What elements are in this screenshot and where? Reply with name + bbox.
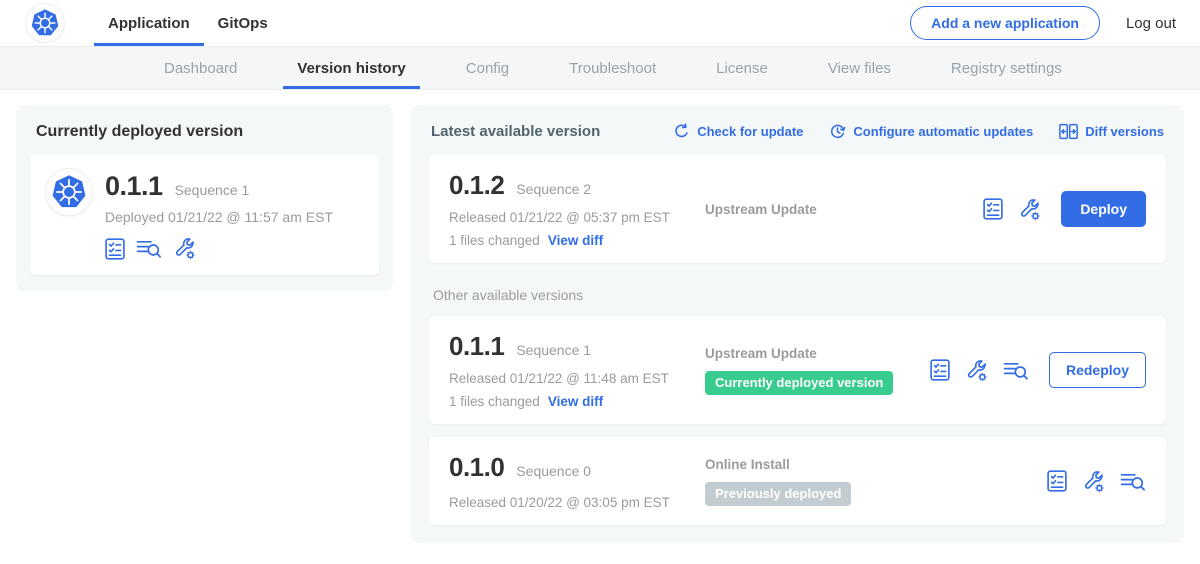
- version-number: 0.1.1: [449, 331, 504, 362]
- configure-automatic-updates-label: Configure automatic updates: [853, 124, 1033, 139]
- version-number: 0.1.0: [449, 452, 504, 483]
- subnav-item-dashboard[interactable]: Dashboard: [150, 47, 251, 89]
- release-notes-icon[interactable]: [105, 238, 125, 260]
- refresh-icon: [673, 123, 690, 140]
- deployed-version-number: 0.1.1: [105, 171, 163, 202]
- source-label: Online Install: [705, 457, 1037, 472]
- version-card-actions: [1047, 470, 1146, 493]
- header-tabs: Application GitOps: [94, 0, 282, 46]
- release-notes-icon[interactable]: [930, 359, 950, 381]
- view-diff-link[interactable]: View diff: [548, 394, 603, 409]
- version-source: Upstream Update: [705, 202, 983, 217]
- released-timestamp: Released 01/20/22 @ 03:05 pm EST: [449, 495, 705, 510]
- version-source: Online Install Previously deployed: [705, 457, 1047, 506]
- header-actions: Add a new application Log out: [910, 6, 1176, 40]
- app-icon-kubernetes: [46, 169, 92, 215]
- deployed-timestamp: Deployed 01/21/22 @ 11:57 am EST: [105, 209, 333, 225]
- deploy-logs-icon[interactable]: [1120, 471, 1146, 492]
- diff-versions-label: Diff versions: [1085, 124, 1164, 139]
- version-card-actions: Deploy: [983, 191, 1146, 227]
- version-card-0-1-1: 0.1.1 Sequence 1 Released 01/21/22 @ 11:…: [429, 316, 1166, 424]
- sequence-label: Sequence 1: [516, 342, 591, 358]
- released-timestamp: Released 01/21/22 @ 05:37 pm EST: [449, 210, 705, 225]
- deployed-version-actions: [105, 237, 333, 260]
- other-versions-title: Other available versions: [433, 287, 1166, 303]
- version-info: 0.1.0 Sequence 0 Released 01/20/22 @ 03:…: [449, 452, 705, 510]
- logout-button[interactable]: Log out: [1126, 15, 1176, 32]
- configure-automatic-updates-link[interactable]: Configure automatic updates: [829, 123, 1033, 140]
- config-icon[interactable]: [1082, 470, 1105, 493]
- diff-icon: [1059, 123, 1078, 140]
- kubernetes-logo: [26, 4, 64, 42]
- tab-application[interactable]: Application: [94, 0, 204, 46]
- version-card-actions: Redeploy: [930, 352, 1146, 388]
- version-actions: Check for update Configure automatic upd…: [673, 123, 1164, 140]
- subnav-item-license[interactable]: License: [702, 47, 782, 89]
- top-header: Application GitOps Add a new application…: [0, 0, 1200, 46]
- latest-available-title: Latest available version: [431, 123, 600, 140]
- currently-deployed-badge: Currently deployed version: [705, 371, 893, 395]
- release-notes-icon[interactable]: [1047, 470, 1067, 492]
- add-application-button[interactable]: Add a new application: [910, 6, 1100, 40]
- released-timestamp: Released 01/21/22 @ 11:48 am EST: [449, 371, 705, 386]
- tab-gitops[interactable]: GitOps: [204, 0, 282, 46]
- version-info: 0.1.1 Sequence 1 Released 01/21/22 @ 11:…: [449, 331, 705, 409]
- sequence-label: Sequence 0: [516, 463, 591, 479]
- currently-deployed-panel: Currently deployed version 0.1.1 Sequenc…: [16, 105, 393, 291]
- available-versions-header: Latest available version Check for updat…: [429, 117, 1166, 142]
- app-subnav: Dashboard Version history Config Trouble…: [0, 46, 1200, 90]
- subnav-item-config[interactable]: Config: [452, 47, 523, 89]
- diff-versions-link[interactable]: Diff versions: [1059, 123, 1164, 140]
- deploy-logs-icon[interactable]: [136, 238, 162, 259]
- subnav-item-troubleshoot[interactable]: Troubleshoot: [555, 47, 670, 89]
- schedule-update-icon: [829, 123, 846, 140]
- config-icon[interactable]: [1018, 198, 1041, 221]
- check-for-update-label: Check for update: [697, 124, 803, 139]
- source-label: Upstream Update: [705, 346, 920, 361]
- files-changed-label: 1 files changed: [449, 233, 540, 248]
- version-info: 0.1.2 Sequence 2 Released 01/21/22 @ 05:…: [449, 170, 705, 248]
- subnav-item-registry-settings[interactable]: Registry settings: [937, 47, 1076, 89]
- main-content: Currently deployed version 0.1.1 Sequenc…: [0, 90, 1200, 558]
- sequence-label: Sequence 2: [516, 181, 591, 197]
- config-icon[interactable]: [965, 359, 988, 382]
- version-card-0-1-2: 0.1.2 Sequence 2 Released 01/21/22 @ 05:…: [429, 155, 1166, 263]
- release-notes-icon[interactable]: [983, 198, 1003, 220]
- version-source: Upstream Update Currently deployed versi…: [705, 346, 930, 395]
- redeploy-button[interactable]: Redeploy: [1049, 352, 1146, 388]
- files-changed-label: 1 files changed: [449, 394, 540, 409]
- available-versions-panel: Latest available version Check for updat…: [411, 105, 1184, 543]
- deployed-sequence-label: Sequence 1: [175, 182, 250, 198]
- view-diff-link[interactable]: View diff: [548, 233, 603, 248]
- version-card-0-1-0: 0.1.0 Sequence 0 Released 01/20/22 @ 03:…: [429, 437, 1166, 525]
- subnav-item-version-history[interactable]: Version history: [283, 47, 419, 89]
- deployed-version-info: 0.1.1 Sequence 1 Deployed 01/21/22 @ 11:…: [105, 169, 333, 260]
- deploy-button[interactable]: Deploy: [1061, 191, 1146, 227]
- deployed-version-card: 0.1.1 Sequence 1 Deployed 01/21/22 @ 11:…: [30, 155, 379, 275]
- check-for-update-link[interactable]: Check for update: [673, 123, 803, 140]
- currently-deployed-title: Currently deployed version: [36, 123, 379, 141]
- version-number: 0.1.2: [449, 170, 504, 201]
- subnav-item-view-files[interactable]: View files: [814, 47, 905, 89]
- deploy-logs-icon[interactable]: [1003, 360, 1029, 381]
- config-icon[interactable]: [173, 237, 196, 260]
- source-label: Upstream Update: [705, 202, 973, 217]
- previously-deployed-badge: Previously deployed: [705, 482, 851, 506]
